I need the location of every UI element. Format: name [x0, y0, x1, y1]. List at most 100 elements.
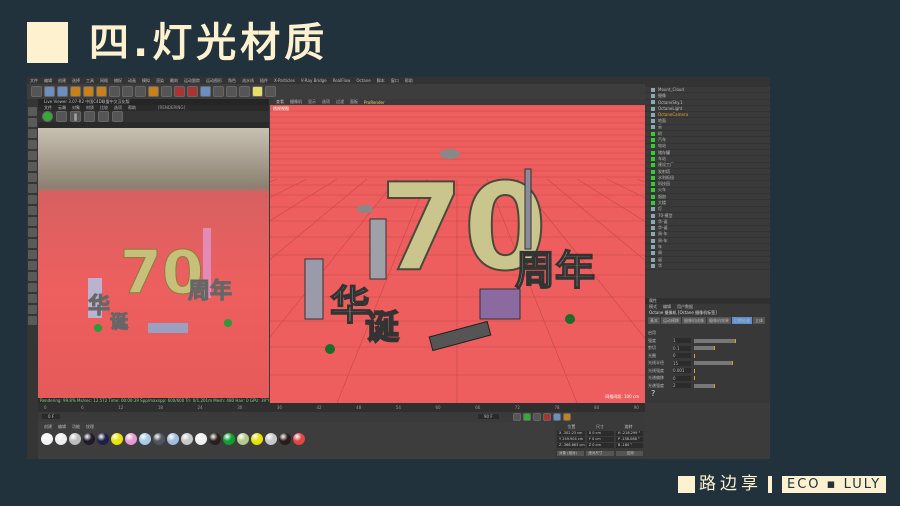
- timeline[interactable]: 0 6 12 18 24 30 36 42 48 54 60 66 72 78 84 90: [38, 403, 645, 412]
- toolbar-tool-icon[interactable]: [122, 86, 133, 97]
- toolbar-tool-icon[interactable]: [31, 86, 42, 97]
- key-move-icon[interactable]: [553, 413, 561, 421]
- toolbar-tool-icon[interactable]: [174, 86, 185, 97]
- menu-item[interactable]: 帮助: [405, 78, 413, 84]
- toolbar-tool-icon[interactable]: [226, 86, 237, 97]
- attr-slider[interactable]: [694, 338, 736, 343]
- menu-item[interactable]: 创建: [58, 78, 66, 84]
- pause-icon[interactable]: ‖: [70, 111, 81, 122]
- menu-item[interactable]: 运动图形: [206, 78, 222, 84]
- viewport-menu-item[interactable]: 面板: [350, 99, 358, 105]
- menu-item[interactable]: 插件: [260, 78, 268, 84]
- coord-field[interactable]: Z -366.663 cm: [557, 443, 585, 448]
- menu-item[interactable]: 工具: [86, 78, 94, 84]
- coord-field[interactable]: H -218.299 °: [615, 431, 644, 436]
- tool-strip-icon[interactable]: [28, 261, 37, 270]
- attr-slider[interactable]: [694, 383, 715, 388]
- coord-field[interactable]: Y 249.904 cm: [557, 437, 585, 442]
- toolbar-tool-icon[interactable]: [96, 86, 107, 97]
- material-swatch[interactable]: [97, 433, 109, 445]
- restart-icon[interactable]: [56, 111, 67, 122]
- tool-strip-icon[interactable]: [28, 184, 37, 193]
- tool-strip-icon[interactable]: [28, 129, 37, 138]
- help-icon[interactable]: ?: [645, 389, 770, 398]
- attr-value[interactable]: 0: [673, 375, 691, 381]
- menu-item[interactable]: 窗口: [391, 78, 399, 84]
- material-swatch[interactable]: [153, 433, 165, 445]
- coord-field[interactable]: Z 0 cm: [586, 443, 614, 448]
- 3d-viewport[interactable]: 70 华 诞 周年 查看 摄像机 显示 选项 过滤 面板 ProRender 透视视图 网格…: [270, 99, 645, 403]
- toolbar-tool-icon[interactable]: [213, 86, 224, 97]
- material-menu-item[interactable]: 创建: [44, 424, 52, 429]
- toolbar-tool-icon[interactable]: [265, 86, 276, 97]
- attr-subtab[interactable]: 立体: [753, 317, 765, 324]
- tool-strip-icon[interactable]: [28, 195, 37, 204]
- coord-field[interactable]: Y 0 cm: [586, 437, 614, 442]
- attr-value[interactable]: 1: [673, 338, 691, 344]
- material-swatch[interactable]: [237, 433, 249, 445]
- coord-field[interactable]: X 0 cm: [586, 431, 614, 436]
- material-menu-item[interactable]: 编辑: [58, 424, 66, 429]
- toolbar-tool-icon[interactable]: [161, 86, 172, 97]
- tool-strip-icon[interactable]: [28, 239, 37, 248]
- attr-value[interactable]: 0.1: [673, 345, 691, 351]
- material-swatch[interactable]: [251, 433, 263, 445]
- material-swatch[interactable]: [195, 433, 207, 445]
- menu-item[interactable]: 流水线: [242, 78, 254, 84]
- tool-strip-icon[interactable]: [28, 140, 37, 149]
- tool-strip-icon[interactable]: [28, 173, 37, 182]
- material-swatch[interactable]: [55, 433, 67, 445]
- attr-subtab[interactable]: 后期处理: [732, 317, 752, 324]
- menu-item[interactable]: 动画: [128, 78, 136, 84]
- object-row[interactable]: 华: [645, 263, 770, 270]
- attr-slider[interactable]: [694, 376, 695, 381]
- viewport-menu-item[interactable]: ProRender: [364, 100, 385, 105]
- menu-item[interactable]: 运动跟踪: [184, 78, 200, 84]
- menu-item[interactable]: 脚本: [377, 78, 385, 84]
- material-swatch[interactable]: [181, 433, 193, 445]
- menu-item[interactable]: 模拟: [142, 78, 150, 84]
- menu-item[interactable]: 捕捉: [114, 78, 122, 84]
- viewport-menu-item[interactable]: 查看: [276, 99, 284, 105]
- record-icon[interactable]: [543, 413, 551, 421]
- tool-strip-icon[interactable]: [28, 162, 37, 171]
- attr-slider[interactable]: [694, 353, 695, 358]
- menu-item[interactable]: Octane: [356, 78, 370, 83]
- menu-item[interactable]: 雕刻: [170, 78, 178, 84]
- apply-button[interactable]: 应用: [615, 451, 643, 456]
- material-swatch[interactable]: [223, 433, 235, 445]
- prev-key-icon[interactable]: [513, 413, 521, 421]
- material-swatch[interactable]: [265, 433, 277, 445]
- material-swatch[interactable]: [69, 433, 81, 445]
- viewport-menu-item[interactable]: 显示: [308, 99, 316, 105]
- material-swatch[interactable]: [139, 433, 151, 445]
- attr-subtab[interactable]: 运动模糊: [661, 317, 681, 324]
- material-swatch[interactable]: [293, 433, 305, 445]
- menu-item[interactable]: 编辑: [44, 78, 52, 84]
- toolbar-tool-icon[interactable]: [57, 86, 68, 97]
- size-mode-select[interactable]: 绝对尺寸: [586, 451, 614, 456]
- attr-slider[interactable]: [694, 368, 695, 373]
- tool-strip-icon[interactable]: [28, 316, 37, 325]
- toolbar-tool-icon[interactable]: [83, 86, 94, 97]
- coord-field[interactable]: X -302.23 cm: [557, 431, 585, 436]
- toolbar-tool-icon[interactable]: [200, 86, 211, 97]
- attr-subtab[interactable]: 摄像机成像: [682, 317, 706, 324]
- tool-strip-icon[interactable]: [28, 283, 37, 292]
- material-swatch[interactable]: [111, 433, 123, 445]
- toolbar-tool-icon[interactable]: [239, 86, 250, 97]
- menu-item[interactable]: 网格: [100, 78, 108, 84]
- toolbar-tool-icon[interactable]: [135, 86, 146, 97]
- toolbar-tool-icon[interactable]: [148, 86, 159, 97]
- material-swatch[interactable]: [167, 433, 179, 445]
- coord-mode-select[interactable]: 对象 (相对): [557, 451, 585, 456]
- toolbar-tool-icon[interactable]: [187, 86, 198, 97]
- toolbar-tool-icon[interactable]: [252, 86, 263, 97]
- attr-value[interactable]: 0.001: [673, 368, 691, 374]
- viewport-menu-item[interactable]: 摄像机: [290, 99, 302, 105]
- coord-field[interactable]: B -180 °: [615, 443, 644, 448]
- material-swatch[interactable]: [209, 433, 221, 445]
- viewport-menu-item[interactable]: 过滤: [336, 99, 344, 105]
- viewport-menu-item[interactable]: 选项: [322, 99, 330, 105]
- tool-strip-icon[interactable]: [28, 228, 37, 237]
